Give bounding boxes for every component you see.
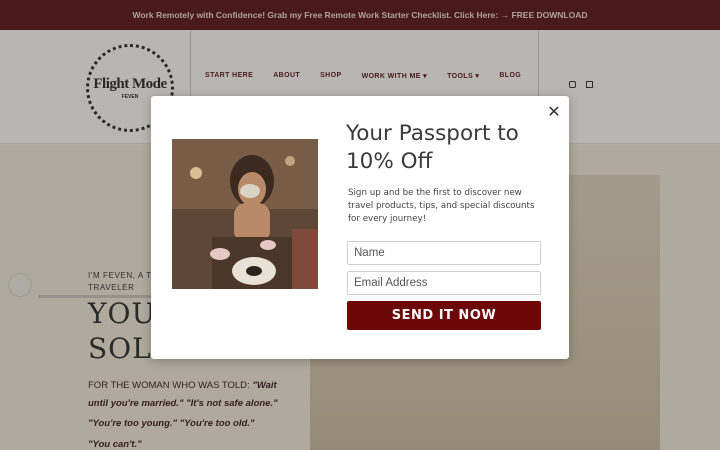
popup-title: Your Passport to 10% Off <box>346 121 519 174</box>
email-field[interactable] <box>347 271 541 295</box>
popup-photo-illustration <box>172 139 318 289</box>
send-it-now-button[interactable]: SEND IT NOW <box>347 301 541 330</box>
name-field[interactable] <box>347 241 541 265</box>
popup-photo <box>172 139 318 289</box>
close-icon: ✕ <box>547 104 561 121</box>
discount-popup: ✕ Your Passport to 10% Off Sign up and b… <box>151 96 569 359</box>
popup-description: Sign up and be the first to discover new… <box>348 188 535 224</box>
